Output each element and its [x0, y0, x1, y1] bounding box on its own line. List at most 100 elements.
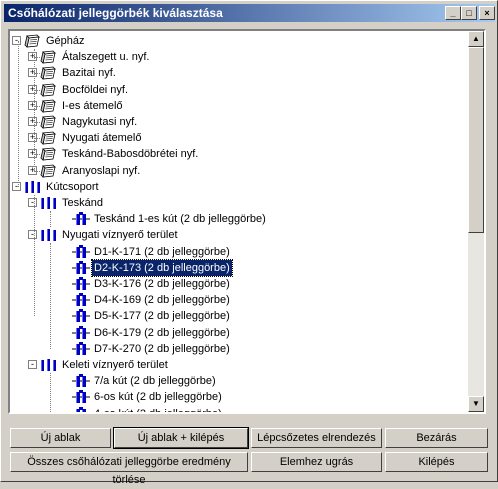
tree-connector — [34, 195, 35, 316]
tree-connector — [34, 73, 40, 74]
pump-group-icon — [24, 180, 42, 194]
book-icon — [40, 147, 58, 161]
tree-connector — [34, 90, 40, 91]
tree-node-label: 7/a kút (2 db jelleggörbe) — [94, 375, 216, 387]
window-title: Csőhálózati jelleggörbék kiválasztása — [8, 6, 223, 20]
tree-connector — [34, 171, 40, 172]
book-icon — [40, 83, 58, 97]
minimize-button[interactable]: _ — [445, 6, 461, 20]
tree-connector — [34, 57, 40, 58]
tree-node-label: Gépház — [46, 35, 85, 47]
tree-node-keleti[interactable]: Keleti víznyerő terület — [60, 357, 170, 373]
tree-node-well[interactable]: D7-K-270 (2 db jelleggörbe) — [92, 341, 232, 357]
well-pump-icon — [72, 374, 90, 388]
well-pump-icon — [72, 326, 90, 340]
well-pump-icon — [72, 261, 90, 275]
exit-button[interactable]: Kilépés — [385, 452, 488, 472]
new-window-button[interactable]: Új ablak — [10, 428, 111, 448]
tree-node-label: D4-K-169 (2 db jelleggörbe) — [94, 294, 230, 306]
tree-node-kutcsoport[interactable]: Kútcsoport — [44, 179, 101, 195]
collapse-toggle[interactable]: - — [12, 36, 21, 45]
well-pump-icon — [72, 212, 90, 226]
well-pump-icon — [72, 277, 90, 291]
tree-node-nyugati[interactable]: Nyugati víznyerő terület — [60, 227, 180, 243]
close-window-button[interactable]: Bezárás — [385, 428, 488, 448]
main-window: Csőhálózati jelleggörbék kiválasztása _ … — [0, 0, 498, 486]
well-pump-icon — [72, 407, 90, 412]
tree-node-gephaz[interactable]: Gépház — [44, 33, 87, 49]
tree-node-well[interactable]: 7/a kút (2 db jelleggörbe) — [92, 373, 218, 389]
scroll-up-button[interactable]: ▲ — [468, 31, 484, 47]
tree-connector — [34, 138, 40, 139]
tree-node-teskand[interactable]: Teskánd — [60, 195, 105, 211]
tree-view[interactable]: ▲ ▼ - Gépház + Átalszegett u. nyf. + Bazitai … — [8, 29, 486, 414]
tree-node-label: I-es átemelő — [62, 100, 123, 112]
book-icon — [24, 34, 42, 48]
tree-node-label: Nyugati átemelő — [62, 132, 142, 144]
tree-node-gephaz-item[interactable]: Átalszegett u. nyf. — [60, 49, 151, 65]
book-icon — [40, 115, 58, 129]
tree-connector — [34, 49, 35, 171]
tree-connector — [34, 122, 40, 123]
vertical-scrollbar[interactable]: ▲ ▼ — [468, 31, 484, 412]
pump-group-icon — [40, 358, 58, 372]
tree-node-gephaz-item[interactable]: I-es átemelő — [60, 98, 125, 114]
tree-node-label: Nyugati víznyerő terület — [62, 229, 178, 241]
well-pump-icon — [72, 309, 90, 323]
tree-node-label: D1-K-171 (2 db jelleggörbe) — [94, 246, 230, 258]
well-pump-icon — [72, 245, 90, 259]
tree-node-gephaz-item[interactable]: Nyugati átemelő — [60, 130, 144, 146]
close-button[interactable]: × — [479, 6, 495, 20]
tree-node-well[interactable]: D1-K-171 (2 db jelleggörbe) — [92, 244, 232, 260]
tree-node-gephaz-item[interactable]: Aranyoslapi nyf. — [60, 163, 142, 179]
tree-node-label: Bocföldei nyf. — [62, 84, 129, 96]
tree-node-label: Nagykutasi nyf. — [62, 116, 138, 128]
collapse-toggle[interactable]: - — [28, 360, 37, 369]
tree-node-well[interactable]: 6-os kút (2 db jelleggörbe) — [92, 389, 224, 405]
tree-node-gephaz-item[interactable]: Teskánd-Babosdöbrétei nyf. — [60, 146, 200, 162]
tree-node-label: 6-os kút (2 db jelleggörbe) — [94, 391, 222, 403]
book-icon — [40, 50, 58, 64]
collapse-toggle[interactable]: - — [12, 182, 21, 191]
tree-node-gephaz-item[interactable]: Bocföldei nyf. — [60, 82, 130, 98]
tree-node-label: Teskánd 1-es kút (2 db jelleggörbe) — [94, 213, 266, 225]
tree-node-well[interactable]: D5-K-177 (2 db jelleggörbe) — [92, 308, 232, 324]
tree-node-label: D7-K-270 (2 db jelleggörbe) — [94, 343, 230, 355]
pump-group-icon — [40, 228, 58, 242]
delete-all-results-button[interactable]: Összes csőhálózati jelleggörbe eredmény … — [10, 452, 248, 486]
tree-node-label: D5-K-177 (2 db jelleggörbe) — [94, 310, 230, 322]
scroll-down-button[interactable]: ▼ — [468, 396, 484, 412]
new-window-exit-button[interactable]: Új ablak + kilépés — [113, 427, 249, 449]
maximize-button[interactable]: □ — [461, 6, 477, 20]
tree-node-gephaz-item[interactable]: Nagykutasi nyf. — [60, 114, 139, 130]
well-pump-icon — [72, 342, 90, 356]
tree-node-well[interactable]: 4-es kút (2 db jelleggörbe) — [92, 406, 224, 414]
tree-node-gephaz-item[interactable]: Bazitai nyf. — [60, 65, 118, 81]
collapse-toggle[interactable]: - — [28, 198, 37, 207]
tree-connector — [18, 41, 19, 187]
tree-connector — [50, 243, 51, 349]
book-icon — [40, 99, 58, 113]
collapse-toggle[interactable]: - — [28, 230, 37, 239]
tree-node-label: D6-K-179 (2 db jelleggörbe) — [94, 327, 230, 339]
tree-node-well[interactable]: D6-K-179 (2 db jelleggörbe) — [92, 325, 232, 341]
title-bar[interactable]: Csőhálózati jelleggörbék kiválasztása _ … — [4, 4, 495, 22]
tree-connector — [50, 211, 51, 227]
pump-group-icon — [40, 196, 58, 210]
tree-node-well[interactable]: Teskánd 1-es kút (2 db jelleggörbe) — [92, 211, 268, 227]
book-icon — [40, 131, 58, 145]
tree-node-label: Átalszegett u. nyf. — [62, 51, 150, 63]
cascade-button[interactable]: Lépcsőzetes elrendezés — [251, 428, 382, 448]
well-pump-icon — [72, 293, 90, 307]
tree-node-well[interactable]: D2-K-173 (2 db jelleggörbe) — [91, 259, 233, 277]
tree-node-well[interactable]: D4-K-169 (2 db jelleggörbe) — [92, 292, 232, 308]
tree-node-label: D3-K-176 (2 db jelleggörbe) — [94, 278, 230, 290]
tree-connector — [34, 106, 40, 107]
tree-node-label: 4-es kút (2 db jelleggörbe) — [94, 408, 222, 414]
tree-node-label: D2-K-173 (2 db jelleggörbe) — [91, 259, 233, 277]
tree-node-well[interactable]: D3-K-176 (2 db jelleggörbe) — [92, 276, 232, 292]
book-icon — [40, 66, 58, 80]
tree-node-label: Aranyoslapi nyf. — [62, 165, 141, 177]
jump-to-element-button[interactable]: Elemhez ugrás — [251, 452, 382, 472]
scroll-thumb[interactable] — [468, 47, 484, 233]
